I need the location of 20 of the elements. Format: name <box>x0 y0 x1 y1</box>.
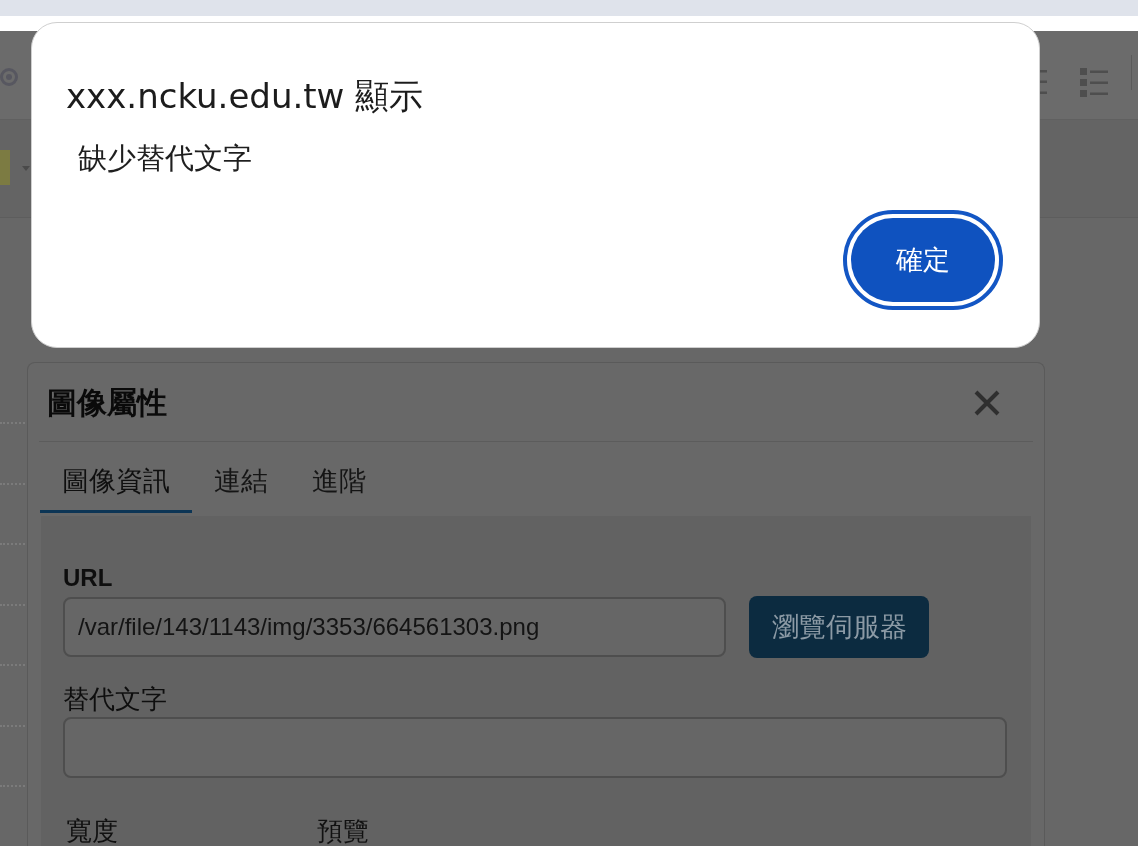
bulleted-list-icon <box>1080 68 1108 97</box>
lines-icon <box>1040 70 1047 94</box>
tab[interactable]: 圖像資訊 <box>40 442 192 513</box>
field-label: 寬度 <box>66 816 118 846</box>
section-label: 預覽 <box>317 816 369 846</box>
ok-button[interactable]: 確定 <box>843 210 1003 310</box>
close-icon <box>974 390 1000 416</box>
tab[interactable]: 進階 <box>290 442 388 513</box>
field-label: 替代文字 <box>63 684 167 714</box>
alt-text-input[interactable] <box>63 717 1007 778</box>
field-label: URL <box>63 564 113 592</box>
close-button[interactable] <box>974 390 1000 416</box>
alert-title: xxx.ncku.edu.tw 顯示 <box>66 75 424 117</box>
url-input[interactable]: /var/file/143/1143/img/3353/664561303.png <box>63 597 726 657</box>
tab[interactable]: 連結 <box>192 442 290 513</box>
caret-icon <box>22 166 30 171</box>
dialog-title: 圖像屬性 <box>47 384 167 421</box>
browse-server-button[interactable]: 瀏覽伺服器 <box>749 596 929 658</box>
alert-message: 缺少替代文字 <box>78 141 252 176</box>
highlight-swatch-icon <box>0 150 10 185</box>
